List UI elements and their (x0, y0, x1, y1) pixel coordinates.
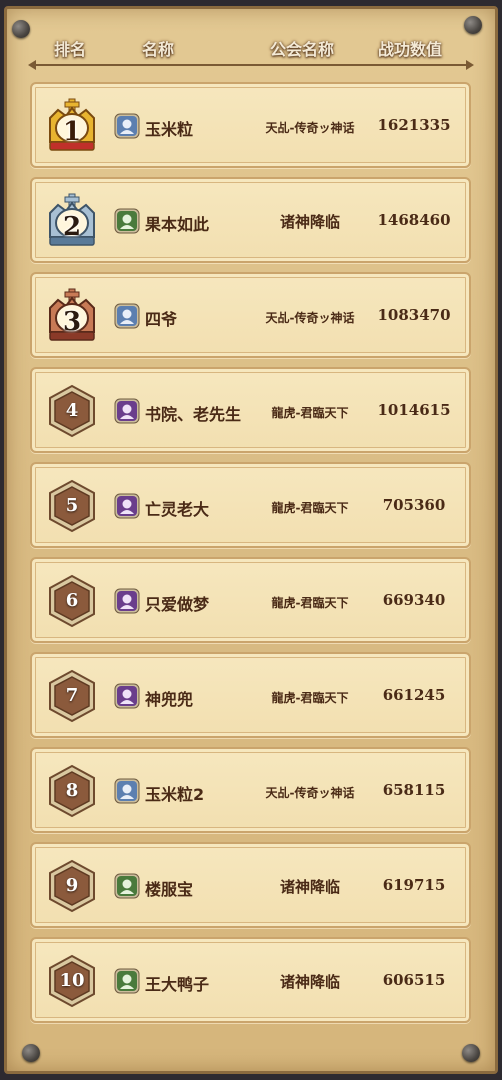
leaderboard-row[interactable]: 3 四爷 天乩-传奇ッ神话 1083470 (30, 272, 471, 358)
leaderboard-row[interactable]: 1 玉米粒 天乩-传奇ッ神话 1621335 (30, 82, 471, 168)
guild-name: 龍虎-君臨天下 (271, 501, 349, 515)
score-value: 1014615 (377, 401, 451, 419)
warrior-class-icon (114, 968, 140, 994)
rank-number: 3 (62, 307, 82, 337)
bronze-crown-icon: 3 (44, 288, 100, 344)
mage-class-icon (114, 778, 140, 804)
player-name[interactable]: 王大鸭子 (145, 971, 209, 995)
taoist-class-icon (114, 398, 140, 424)
score-value: 1468460 (377, 211, 451, 229)
rank-number: 4 (65, 400, 79, 421)
rivet-bottom-left-icon (22, 1044, 40, 1062)
player-name[interactable]: 书院、老先生 (145, 401, 241, 425)
guild-name: 诸神降临 (279, 213, 340, 231)
rivet-bottom-right-icon (462, 1044, 480, 1062)
rank-number: 2 (62, 212, 82, 242)
player-name[interactable]: 只爱做梦 (145, 591, 209, 615)
guild-name: 龍虎-君臨天下 (271, 691, 349, 705)
guild-name: 天乩-传奇ッ神话 (265, 121, 355, 135)
warrior-class-icon (114, 208, 140, 234)
score-value: 1621335 (377, 116, 451, 134)
player-name[interactable]: 神兜兜 (145, 686, 193, 710)
taoist-class-icon (114, 683, 140, 709)
hexagon-badge-icon: 6 (44, 573, 100, 629)
header-name: 名称 (142, 40, 175, 59)
player-name[interactable]: 玉米粒2 (145, 781, 204, 805)
rank-number: 8 (65, 780, 79, 801)
leaderboard-row[interactable]: 6 只爱做梦 龍虎-君臨天下 669340 (30, 557, 471, 643)
guild-name: 龍虎-君臨天下 (271, 596, 349, 610)
rank-number: 7 (65, 685, 79, 706)
taoist-class-icon (114, 588, 140, 614)
guild-name: 诸神降临 (279, 973, 340, 991)
hexagon-badge-icon: 10 (44, 953, 100, 1009)
player-name[interactable]: 四爷 (145, 306, 177, 330)
rank-number: 1 (62, 117, 82, 147)
player-name[interactable]: 楼服宝 (145, 876, 193, 900)
leaderboard-row[interactable]: 8 玉米粒2 天乩-传奇ッ神话 658115 (30, 747, 471, 833)
rank-number: 9 (65, 875, 79, 896)
guild-name: 天乩-传奇ッ神话 (265, 311, 355, 325)
hexagon-badge-icon: 4 (44, 383, 100, 439)
leaderboard-row[interactable]: 2 果本如此 诸神降临 1468460 (30, 177, 471, 263)
hexagon-badge-icon: 7 (44, 668, 100, 724)
warrior-class-icon (114, 873, 140, 899)
rank-number: 10 (59, 970, 85, 991)
leaderboard-row[interactable]: 7 神兜兜 龍虎-君臨天下 661245 (30, 652, 471, 738)
leaderboard-row[interactable]: 4 书院、老先生 龍虎-君臨天下 1014615 (30, 367, 471, 453)
header-rank: 排名 (54, 40, 87, 59)
score-value: 705360 (382, 496, 446, 514)
score-value: 619715 (382, 876, 446, 894)
guild-name: 龍虎-君臨天下 (271, 406, 349, 420)
header-guild: 公会名称 (270, 40, 335, 59)
player-name[interactable]: 亡灵老大 (145, 496, 209, 520)
player-name[interactable]: 玉米粒 (145, 116, 193, 140)
taoist-class-icon (114, 493, 140, 519)
hexagon-badge-icon: 9 (44, 858, 100, 914)
score-value: 658115 (382, 781, 446, 799)
header-score: 战功数值 (378, 40, 443, 59)
hexagon-badge-icon: 5 (44, 478, 100, 534)
guild-name: 诸神降临 (279, 878, 340, 896)
gold-crown-icon: 1 (44, 98, 100, 154)
leaderboard-row[interactable]: 5 亡灵老大 龍虎-君臨天下 705360 (30, 462, 471, 548)
silver-crown-icon: 2 (44, 193, 100, 249)
mage-class-icon (114, 113, 140, 139)
rank-number: 5 (65, 495, 79, 516)
header-divider (28, 60, 474, 70)
leaderboard-header: 排名 名称 公会名称 战功数值 (0, 32, 502, 62)
player-name[interactable]: 果本如此 (145, 211, 209, 235)
score-value: 606515 (382, 971, 446, 989)
hexagon-badge-icon: 8 (44, 763, 100, 819)
guild-name: 天乩-传奇ッ神话 (265, 786, 355, 800)
leaderboard-row[interactable]: 9 楼服宝 诸神降临 619715 (30, 842, 471, 928)
leaderboard-row[interactable]: 10 王大鸭子 诸神降临 606515 (30, 937, 471, 1023)
rank-number: 6 (65, 590, 79, 611)
mage-class-icon (114, 303, 140, 329)
score-value: 1083470 (377, 306, 451, 324)
score-value: 669340 (382, 591, 446, 609)
score-value: 661245 (382, 686, 446, 704)
